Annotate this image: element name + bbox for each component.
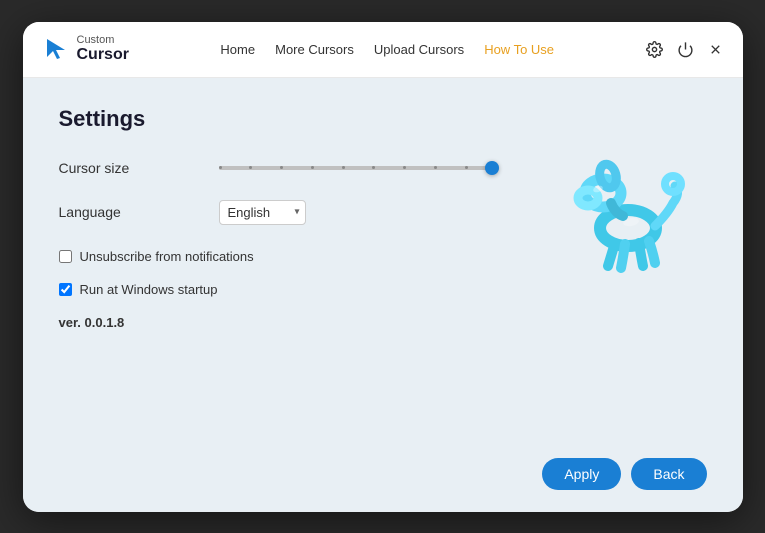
- power-button[interactable]: [677, 41, 694, 58]
- version-text: ver. 0.0.1.8: [59, 315, 707, 330]
- unsubscribe-label[interactable]: Unsubscribe from notifications: [80, 249, 254, 264]
- title-bar: Custom Cursor Home More Cursors Upload C…: [23, 22, 743, 78]
- settings-title: Settings: [59, 106, 707, 132]
- logo-area: Custom Cursor: [43, 34, 129, 64]
- close-icon: [708, 42, 723, 57]
- slider-track[interactable]: [219, 166, 499, 170]
- nav-more-cursors[interactable]: More Cursors: [275, 42, 354, 57]
- main-content: Settings Cursor size: [23, 78, 743, 512]
- language-select[interactable]: English Spanish French German Russian Ch…: [219, 200, 306, 225]
- nav-icons: [646, 41, 723, 58]
- back-button[interactable]: Back: [631, 458, 706, 490]
- language-wrapper: English Spanish French German Russian Ch…: [219, 200, 306, 225]
- unsubscribe-checkbox[interactable]: [59, 250, 72, 263]
- slider-dots: [219, 166, 499, 170]
- apply-button[interactable]: Apply: [542, 458, 621, 490]
- bottom-bar: Apply Back: [542, 458, 706, 490]
- startup-row: Run at Windows startup: [59, 282, 707, 297]
- power-icon: [677, 41, 694, 58]
- logo-line2: Cursor: [77, 46, 129, 64]
- nav-home[interactable]: Home: [220, 42, 255, 57]
- gear-icon: [646, 41, 663, 58]
- unsubscribe-row: Unsubscribe from notifications: [59, 249, 707, 264]
- cursor-size-label: Cursor size: [59, 160, 219, 176]
- nav-links: Home More Cursors Upload Cursors How To …: [220, 42, 554, 57]
- logo-line1: Custom: [77, 34, 129, 46]
- logo-text: Custom Cursor: [77, 34, 129, 64]
- close-button[interactable]: [708, 42, 723, 57]
- nav-how-to-use[interactable]: How To Use: [484, 42, 554, 57]
- cursor-logo-icon: [43, 35, 71, 63]
- startup-label[interactable]: Run at Windows startup: [80, 282, 218, 297]
- startup-checkbox[interactable]: [59, 283, 72, 296]
- language-label: Language: [59, 204, 219, 220]
- cursor-size-slider-container: [219, 166, 499, 170]
- app-window: Custom Cursor Home More Cursors Upload C…: [23, 22, 743, 512]
- cursor-size-row: Cursor size: [59, 160, 707, 176]
- slider-thumb[interactable]: [485, 161, 499, 175]
- gear-button[interactable]: [646, 41, 663, 58]
- language-row: Language English Spanish French German R…: [59, 200, 707, 225]
- nav-upload-cursors[interactable]: Upload Cursors: [374, 42, 464, 57]
